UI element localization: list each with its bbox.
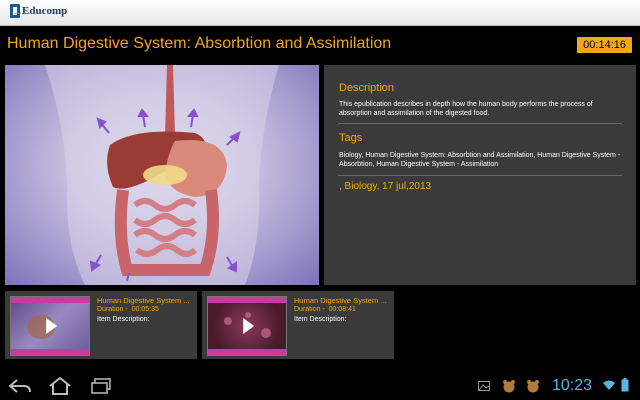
tags-heading: Tags [339, 132, 363, 144]
duration-value: 00:05:35 [131, 306, 159, 313]
card-title[interactable]: Human Digestive System ... [97, 296, 190, 305]
divider [338, 175, 622, 176]
title-bar: Human Digestive System: Absorbtion and A… [0, 26, 640, 64]
home-icon[interactable] [48, 377, 72, 395]
duration-value: 00:08:41 [328, 306, 356, 313]
video-thumbnail[interactable] [207, 296, 287, 356]
tags-text: Biology, Human Digestive System: Absorbt… [339, 152, 621, 168]
system-navigation-bar: 10:23 [0, 373, 640, 400]
gallery-notification-icon[interactable] [478, 381, 490, 391]
description-heading: Description [339, 82, 395, 94]
digestive-system-illustration [45, 65, 279, 285]
duration-timer: 00:14:16 [577, 37, 632, 53]
wifi-icon [603, 380, 615, 390]
logo-tagline: Make Learning Spl, Inc [12, 11, 43, 15]
description-text: This epublication describes in depth how… [339, 101, 593, 117]
duration-label: Duration - [97, 306, 128, 313]
system-clock: 10:23 [552, 377, 593, 394]
play-icon[interactable] [46, 318, 58, 334]
related-video-card[interactable]: Human Digestive System ... Duration - 00… [202, 291, 394, 359]
app-notification-icon[interactable] [502, 379, 516, 393]
related-video-card[interactable]: Human Digestive System ... Duration - 00… [5, 291, 197, 359]
video-player[interactable] [5, 65, 319, 285]
battery-icon [621, 378, 629, 392]
page-title: Human Digestive System: Absorbtion and A… [7, 35, 392, 52]
details-panel: Description This epublication describes … [324, 65, 636, 285]
recent-apps-icon[interactable] [90, 378, 112, 394]
card-item-description: Item Description: [294, 316, 347, 323]
card-item-description: Item Description: [97, 316, 150, 323]
publication-meta: , Biology, 17 jul,2013 [339, 181, 432, 192]
card-duration: Duration - 00:05:35 [97, 306, 159, 313]
app-topbar: Educomp Make Learning Spl, Inc [0, 0, 640, 26]
back-icon[interactable] [8, 378, 32, 394]
video-thumbnail[interactable] [10, 296, 90, 356]
play-icon[interactable] [243, 318, 255, 334]
app-notification-icon[interactable] [526, 379, 540, 393]
card-duration: Duration - 00:08:41 [294, 306, 356, 313]
divider [338, 123, 622, 124]
duration-label: Duration - [294, 306, 325, 313]
card-title[interactable]: Human Digestive System ... [294, 296, 387, 305]
